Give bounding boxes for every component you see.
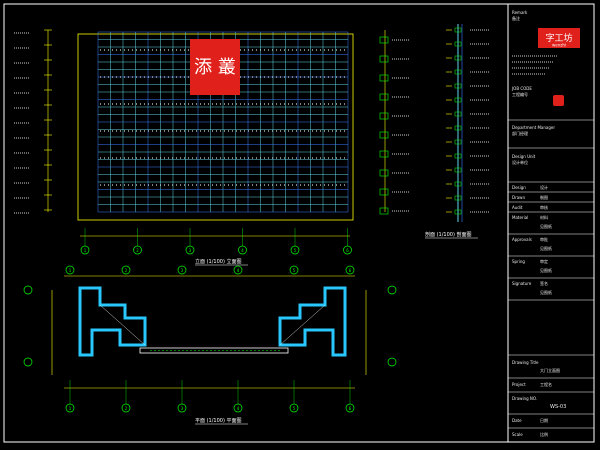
plan-axis-label-top: 1 xyxy=(69,268,72,273)
scale-label: Scale xyxy=(512,432,523,437)
design-unit-label: Design Unit xyxy=(512,154,536,159)
sign-characters: 添 叢 xyxy=(194,57,236,78)
plan-axis-label-bottom: 3 xyxy=(181,406,184,411)
date-label: Date xyxy=(512,418,522,423)
tb-row-stamp: 见图纸 xyxy=(540,223,552,229)
plan-axis-label-bottom: 5 xyxy=(293,406,296,411)
elev-axis-label: 5 xyxy=(294,248,297,253)
tb-row-label: Design xyxy=(512,185,526,190)
drawing-title-value: 大门立面图 xyxy=(540,367,560,373)
plan-axis-label-top: 6 xyxy=(349,268,352,273)
elev-axis-label: 4 xyxy=(241,248,244,253)
date-value: 日期 xyxy=(540,417,548,423)
project-label: Project xyxy=(512,382,526,387)
tb-row-value: 材料 xyxy=(540,214,548,220)
plan-diagonal-left xyxy=(99,304,146,346)
drawing-no-value: WS-03 xyxy=(550,404,566,410)
right-pier-wall xyxy=(278,286,347,357)
plan-axis-bubbles-top: 1 2 3 4 5 6 xyxy=(65,265,355,275)
right-dim-marker xyxy=(379,188,389,196)
tb-row-stamp: 见图纸 xyxy=(540,267,552,273)
project-value: 工程名 xyxy=(540,381,552,387)
plan-view: 1 2 3 4 5 6 1 2 3 4 5 6 平面 (1/100) 平面图 xyxy=(23,265,397,425)
elev-axis-label: 3 xyxy=(189,248,192,253)
section-dimension-ticks xyxy=(446,27,490,215)
plan-side-bubble-left-2 xyxy=(23,357,33,367)
tb-row-value: 审批 xyxy=(540,236,548,242)
plan-diagonal-right xyxy=(279,304,326,346)
remark-note: 备注 xyxy=(512,15,520,21)
elevation-title: 立面 (1/100) 立面图 xyxy=(195,258,242,265)
elev-axis-label: 2 xyxy=(136,248,139,253)
plan-axis-label-bottom: 4 xyxy=(237,406,240,411)
right-dim-marker xyxy=(379,93,389,101)
plan-axis-label-bottom: 6 xyxy=(349,406,352,411)
plan-axis-label-top: 2 xyxy=(125,268,128,273)
design-unit-value: 设计单位 xyxy=(512,159,528,165)
remark-label: Remark xyxy=(512,10,528,15)
right-dim-marker xyxy=(379,207,389,215)
right-dim-marker xyxy=(379,36,389,44)
drawing-no-label: Drawing NO. xyxy=(512,396,537,401)
title-block: Remark 备注 字工坊 wenzhi JOB CODE 工程编号 Depar… xyxy=(508,10,594,437)
tb-row-value: 审核 xyxy=(540,204,548,210)
tb-row-label: Signature xyxy=(512,281,532,286)
elevation-left-dimensions xyxy=(14,29,52,214)
plan-side-bubble-left xyxy=(23,285,33,295)
job-code-label: JOB CODE xyxy=(511,86,532,91)
plan-axis-label-top: 4 xyxy=(237,268,240,273)
tb-row-value: 设计 xyxy=(540,184,548,190)
tb-row-label: Approvals xyxy=(512,237,532,242)
logo-subtext: wenzhi xyxy=(552,43,566,48)
elevation-view: 添 叢 1 2 3 4 5 6 立面 (1/100) 立面图 xyxy=(14,29,410,266)
plan-title: 平面 (1/100) 平面图 xyxy=(195,418,242,424)
section-title: 剖面 (1/100) 剖面图 xyxy=(425,231,472,238)
plan-axis-label-bottom: 2 xyxy=(125,406,128,411)
scale-value: 比例 xyxy=(540,431,548,437)
elevation-axis-bubbles: 1 2 3 4 5 6 xyxy=(80,228,352,255)
tb-row-label: Spring xyxy=(512,259,525,264)
company-seal xyxy=(553,95,564,106)
tb-row-value: 审定 xyxy=(540,258,548,264)
tb-row-label: Drawn xyxy=(512,195,525,200)
right-dim-marker xyxy=(379,74,389,82)
plan-side-bubble-right-2 xyxy=(387,357,397,367)
elev-axis-label: 6 xyxy=(346,248,349,253)
right-dim-marker xyxy=(379,150,389,158)
tb-row-label: Audit xyxy=(512,205,523,210)
section-view: 剖面 (1/100) 剖面图 xyxy=(425,24,490,239)
tb-row-label: Material xyxy=(512,215,528,220)
right-dim-marker xyxy=(379,131,389,139)
plan-axis-bubbles-bottom: 1 2 3 4 5 6 xyxy=(65,380,355,413)
left-pier-wall xyxy=(78,286,147,357)
right-dim-marker xyxy=(379,169,389,177)
plan-side-bubble-right xyxy=(387,285,397,295)
elev-axis-label: 1 xyxy=(84,248,87,253)
cad-drawing-canvas: 添 叢 1 2 3 4 5 6 立面 (1/100) 立面图 剖面 (1/100) 剖面图… xyxy=(3,3,595,443)
title-block-rows: Design 设计 Drawn 制图 Audit 审核 Material 材料见图纸 Appro… xyxy=(508,184,594,301)
tb-row-value: 签名 xyxy=(540,280,548,286)
elevation-right-dimensions xyxy=(379,30,410,215)
right-dim-marker xyxy=(379,112,389,120)
department-value: 部门经理 xyxy=(512,130,528,136)
plan-axis-label-top: 5 xyxy=(293,268,296,273)
tb-row-value: 制图 xyxy=(540,194,548,200)
title-block-address-lines xyxy=(512,55,558,75)
job-code-value: 工程编号 xyxy=(512,91,528,97)
department-label: Department Manager xyxy=(512,125,555,130)
tb-row-stamp: 见图纸 xyxy=(540,289,552,295)
drawing-title-label: Drawing Title xyxy=(512,360,539,365)
plan-axis-label-bottom: 1 xyxy=(69,406,72,411)
right-dim-marker xyxy=(379,55,389,63)
tb-row-stamp: 见图纸 xyxy=(540,245,552,251)
plan-axis-label-top: 3 xyxy=(181,268,184,273)
